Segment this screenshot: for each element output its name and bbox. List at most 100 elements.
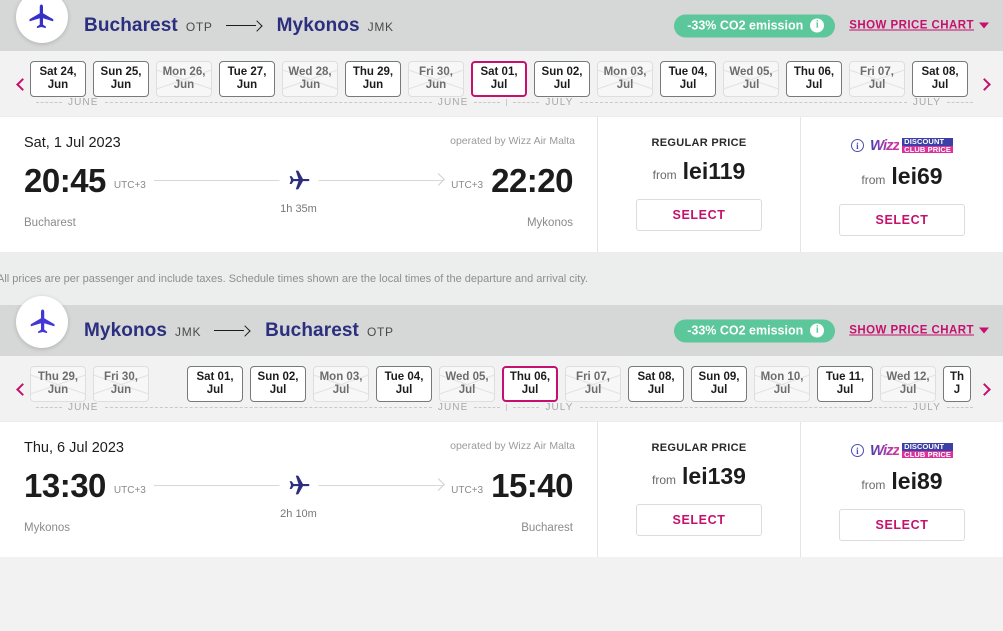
- date-tile: Wed 05, Jul: [439, 366, 495, 402]
- date-tile[interactable]: Sun 09, Jul: [691, 366, 747, 402]
- select-button[interactable]: SELECT: [636, 504, 762, 536]
- date-tile[interactable]: Th J: [943, 366, 971, 402]
- flight-operator: operated by Wizz Air Malta: [450, 135, 575, 147]
- price-column-discount-club: i Wizz DISCOUNT CLUB PRICE from lei69 SELECT: [800, 117, 1003, 252]
- date-tile-month: Jun: [425, 79, 447, 91]
- date-tiles: Sat 24, Jun Sun 25, Jun Mon 26, Jun Tue 27, Jun…: [30, 61, 968, 97]
- co2-label: -33% CO2 emission: [687, 323, 804, 337]
- date-tile-day: Wed 05,: [445, 371, 489, 384]
- origin-city: Bucharest: [84, 14, 178, 36]
- date-tile[interactable]: Thu 06, Jul: [502, 366, 558, 402]
- co2-emission-badge: -33% CO2 emission i: [674, 14, 836, 37]
- date-tile[interactable]: Sat 01, Jul: [471, 61, 527, 97]
- date-tile[interactable]: Sun 02, Jul: [250, 366, 306, 402]
- show-price-chart-link[interactable]: SHOW PRICE CHART: [849, 20, 989, 32]
- date-tile-day: Thu 29,: [352, 66, 394, 79]
- price-column-discount-club: i Wizz DISCOUNT CLUB PRICE from lei89 SELECT: [800, 422, 1003, 557]
- date-tile-day: Wed 05,: [729, 66, 773, 79]
- destination-code: OTP: [366, 324, 394, 339]
- date-tile-day: Fri 07,: [576, 371, 610, 384]
- date-tile-month: Jul: [836, 384, 854, 396]
- price-amount: from lei119: [653, 158, 746, 185]
- date-tile-day: Sat 08,: [637, 371, 675, 384]
- discount-club-price-title: i Wizz DISCOUNT CLUB PRICE: [850, 442, 954, 459]
- plane-icon: [279, 472, 318, 497]
- prev-dates-button[interactable]: [10, 73, 32, 95]
- origin-code: OTP: [185, 19, 213, 34]
- date-tile[interactable]: Tue 04, Jul: [376, 366, 432, 402]
- departure-city: Bucharest: [24, 217, 76, 229]
- date-tile[interactable]: Thu 06, Jul: [786, 61, 842, 97]
- co2-label: -33% CO2 emission: [687, 18, 804, 32]
- date-tile-day: Wed 12,: [886, 371, 930, 384]
- date-tile: Wed 28, Jun: [282, 61, 338, 97]
- club-price-label: CLUB PRICE: [902, 449, 954, 459]
- journey-header: Mykonos JMK Bucharest OTP -33% CO2 emission i…: [0, 296, 1003, 356]
- select-button[interactable]: SELECT: [839, 509, 965, 541]
- price-value: lei89: [891, 468, 943, 494]
- date-tile-month: Jul: [742, 79, 760, 91]
- info-icon[interactable]: i: [810, 323, 825, 337]
- date-tile-day: Sun 25,: [100, 66, 142, 79]
- date-tile-day: Fri 07,: [860, 66, 894, 79]
- date-tile[interactable]: Tue 04, Jul: [660, 61, 716, 97]
- date-tile[interactable]: Sun 25, Jun: [93, 61, 149, 97]
- flight-times: 20:45 UTC+3 1h 35m UTC+3 22:20: [24, 159, 573, 215]
- info-icon[interactable]: i: [810, 18, 825, 32]
- date-tile-month: Jul: [710, 384, 728, 396]
- date-tile-day: Sun 02,: [541, 66, 583, 79]
- flight-details: Thu, 6 Jul 2023 operated by Wizz Air Malt…: [0, 422, 597, 557]
- date-tile-day: Thu 06,: [509, 371, 551, 384]
- date-tile[interactable]: Sun 02, Jul: [534, 61, 590, 97]
- date-tile-month: Jul: [616, 79, 634, 91]
- date-tile-day: Wed 28,: [288, 66, 332, 79]
- date-tile-month: Jul: [899, 384, 917, 396]
- date-tile-day: Sat 01,: [196, 371, 234, 384]
- date-tiles: Thu 29, Jun Fri 30, Jun Sat 01, Jul Sun 02, Jul…: [30, 366, 971, 402]
- date-tile[interactable]: Sat 08, Jul: [912, 61, 968, 97]
- price-amount: from lei139: [652, 463, 746, 490]
- flight-duration: 2h 10m: [280, 508, 317, 520]
- select-button[interactable]: SELECT: [839, 204, 965, 236]
- date-tile-day: Tue 04,: [384, 371, 424, 384]
- regular-price-label: REGULAR PRICE: [651, 137, 747, 149]
- date-tile-month: Jul: [206, 384, 224, 396]
- co2-emission-badge: -33% CO2 emission i: [674, 319, 836, 342]
- date-tile[interactable]: Thu 29, Jun: [345, 61, 401, 97]
- flight-result-row: Sat, 1 Jul 2023 operated by Wizz Air Malt…: [0, 116, 1003, 252]
- info-icon[interactable]: i: [850, 139, 864, 152]
- wizz-discount-club-logo: Wizz DISCOUNT CLUB PRICE: [870, 137, 954, 154]
- date-tile[interactable]: Tue 11, Jul: [817, 366, 873, 402]
- prev-dates-button[interactable]: [10, 378, 32, 400]
- date-tile[interactable]: Sat 01, Jul: [187, 366, 243, 402]
- date-tile-day: Sun 02,: [257, 371, 299, 384]
- arrival-time: 15:40: [491, 467, 573, 504]
- journey-return: Mykonos JMK Bucharest OTP -33% CO2 emission i…: [0, 296, 1003, 557]
- month-label: JULY: [912, 96, 941, 108]
- origin-city: Mykonos: [84, 319, 168, 341]
- chevron-right-icon: [978, 77, 991, 91]
- month-label: JUNE: [437, 401, 469, 413]
- show-price-chart-link[interactable]: SHOW PRICE CHART: [849, 325, 989, 337]
- next-dates-button[interactable]: [975, 378, 997, 400]
- info-icon[interactable]: i: [850, 444, 864, 457]
- date-tile-day: Tue 27,: [227, 66, 267, 79]
- date-tile-day: Thu 29,: [37, 371, 79, 384]
- arrival-city: Mykonos: [526, 217, 573, 229]
- departure-city: Mykonos: [24, 522, 71, 534]
- date-tile[interactable]: Tue 27, Jun: [219, 61, 275, 97]
- flight-operator: operated by Wizz Air Malta: [450, 440, 575, 452]
- date-tile-month: Jun: [299, 79, 321, 91]
- departure-time: 13:30: [24, 467, 106, 504]
- price-amount: from lei69: [861, 163, 942, 190]
- date-tile[interactable]: Sat 08, Jul: [628, 366, 684, 402]
- next-dates-button[interactable]: [975, 73, 997, 95]
- flight-result-row: Thu, 6 Jul 2023 operated by Wizz Air Malt…: [0, 421, 1003, 557]
- date-tile-month: Jul: [679, 79, 697, 91]
- select-button[interactable]: SELECT: [636, 199, 762, 231]
- chevron-down-icon: [979, 22, 989, 29]
- date-tile-day: Mon 26,: [162, 66, 206, 79]
- price-disclaimer: All prices are per passenger and include…: [0, 252, 1003, 305]
- chevron-left-icon: [16, 382, 29, 396]
- date-tile[interactable]: Sat 24, Jun: [30, 61, 86, 97]
